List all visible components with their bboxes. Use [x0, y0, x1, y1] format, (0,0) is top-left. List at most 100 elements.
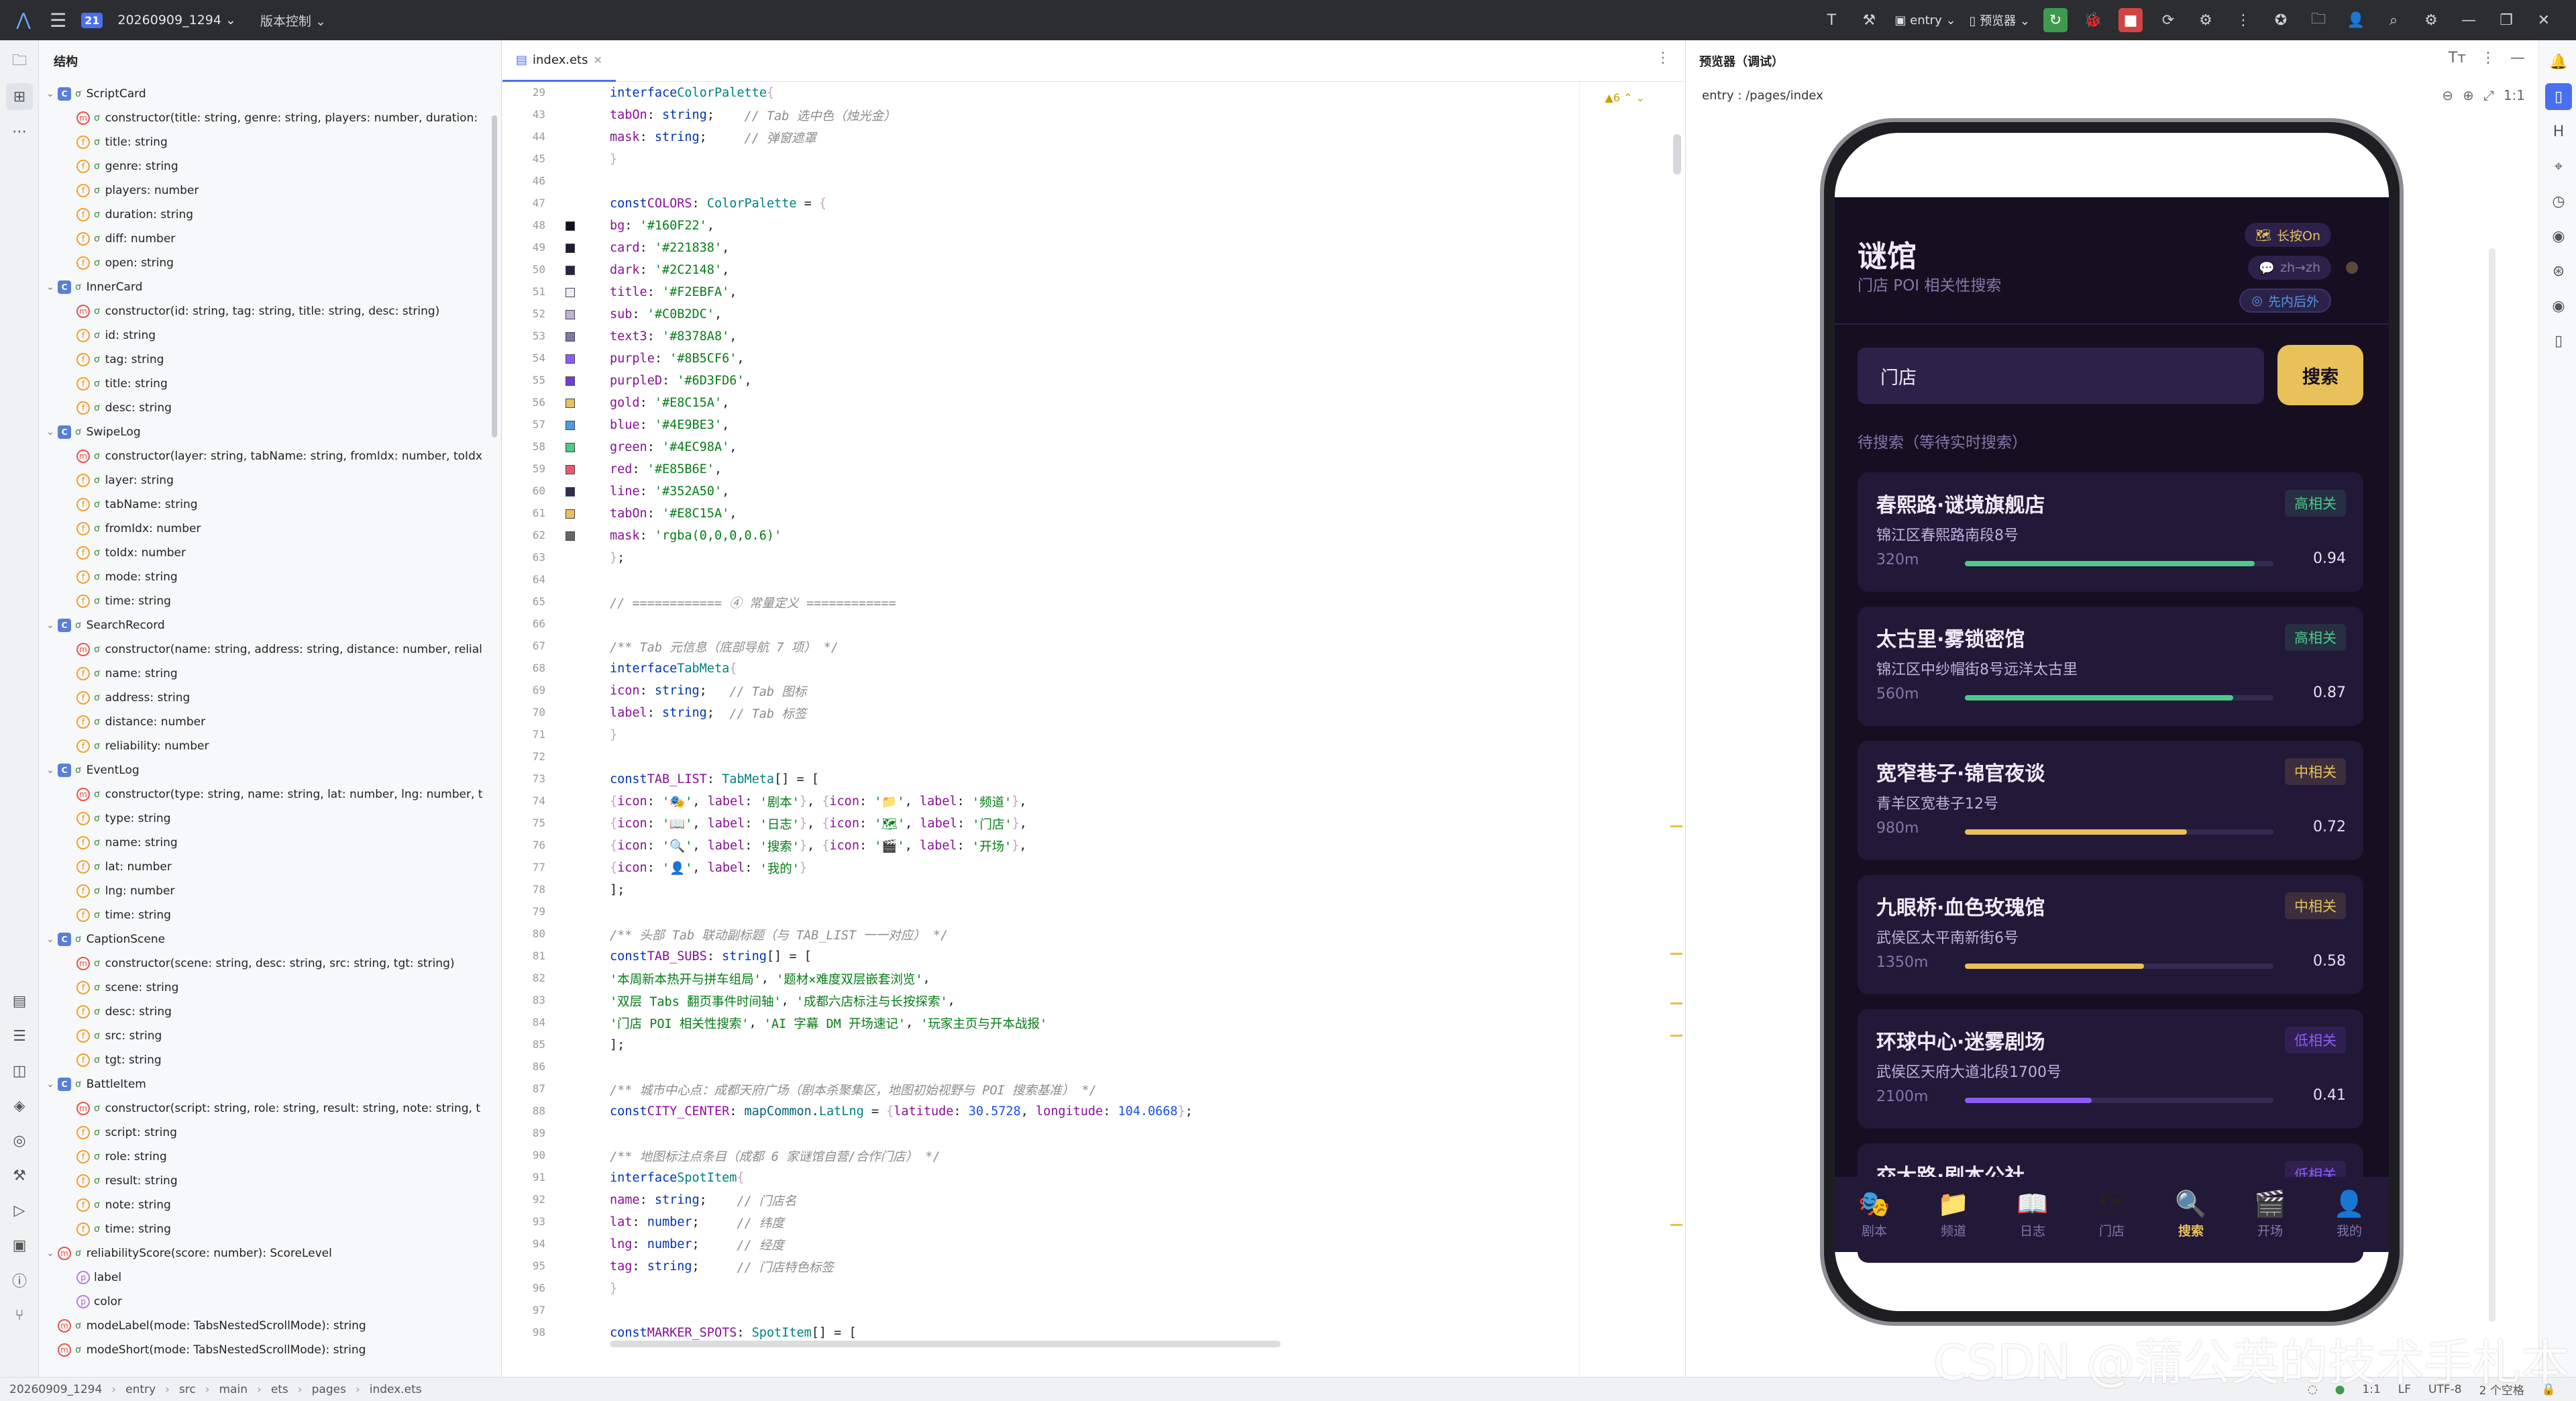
- code-line[interactable]: dark: '#2C2148',: [610, 259, 729, 281]
- zoom-out-icon[interactable]: ⊖: [2442, 87, 2453, 103]
- code-line[interactable]: };: [610, 547, 625, 569]
- structure-item[interactable]: f ơ duration: string: [39, 203, 501, 227]
- profiler-icon[interactable]: ⚙: [2194, 8, 2218, 32]
- breadcrumb-item[interactable]: entry: [125, 1383, 156, 1396]
- code-line[interactable]: blue: '#4E9BE3',: [610, 414, 729, 436]
- structure-item[interactable]: ⌄ Cơ ScriptCard: [39, 82, 501, 106]
- expand-arrow-icon[interactable]: ⌄: [43, 1248, 58, 1259]
- structure-item[interactable]: ⌄ m ơ reliabilityScore(score: number): Scor…: [39, 1241, 501, 1265]
- code-line[interactable]: interface ColorPalette {: [610, 82, 774, 104]
- console-icon[interactable]: ▣: [6, 1232, 33, 1259]
- assistant-icon[interactable]: ⊛: [2545, 258, 2572, 284]
- code-line[interactable]: { icon: '🔍', label: '搜索' }, { icon: '🎬',…: [610, 835, 1026, 857]
- close-icon[interactable]: ✕: [2532, 8, 2556, 32]
- color-swatch-icon[interactable]: [566, 288, 575, 297]
- font-size-icon[interactable]: Tт: [2449, 50, 2466, 66]
- expand-arrow-icon[interactable]: ⌄: [43, 934, 58, 945]
- settings-icon[interactable]: ⚙: [2419, 8, 2443, 32]
- code-line[interactable]: '双层 Tabs 翻页事件时间轴', '成都六店标注与长按探索',: [610, 990, 955, 1012]
- layers-icon[interactable]: ◈: [6, 1092, 33, 1119]
- structure-item[interactable]: m ơ constructor(name: string, address: str…: [39, 637, 501, 662]
- structure-item[interactable]: f ơ time: string: [39, 903, 501, 927]
- color-swatch-icon[interactable]: [566, 266, 575, 275]
- structure-item[interactable]: m ơ constructor(layer: string, tabName: st…: [39, 444, 501, 468]
- tab-日志[interactable]: 📖 日志: [1993, 1177, 2072, 1252]
- breadcrumb-item[interactable]: main: [219, 1383, 248, 1396]
- warning-marker[interactable]: [1670, 825, 1682, 827]
- breadcrumb-item[interactable]: ets: [271, 1383, 288, 1396]
- vcs-menu[interactable]: 版本控制 ⌄: [260, 11, 326, 30]
- structure-item[interactable]: f ơ tgt: string: [39, 1048, 501, 1072]
- expand-arrow-icon[interactable]: ⌄: [43, 765, 58, 776]
- structure-item[interactable]: m ơ constructor(id: string, tag: string, t…: [39, 299, 501, 323]
- code-line[interactable]: sub: '#C0B2DC',: [610, 303, 722, 325]
- structure-item[interactable]: m ơ constructor(scene: string, desc: strin…: [39, 951, 501, 976]
- device-select[interactable]: ▯ 预览器 ⌄: [1970, 11, 2030, 29]
- more-tools-icon[interactable]: ⋯: [6, 118, 33, 145]
- account-icon[interactable]: 👤: [2344, 8, 2368, 32]
- code-line[interactable]: tabOn: string; // Tab 选中色（烛光金）: [610, 104, 896, 126]
- structure-item[interactable]: ⌄ Cơ BattleItem: [39, 1072, 501, 1096]
- structure-item[interactable]: f ơ lng: number: [39, 879, 501, 903]
- git-icon[interactable]: ⑂: [6, 1302, 33, 1329]
- build-icon[interactable]: ⚒: [6, 1162, 33, 1189]
- structure-item[interactable]: f ơ genre: string: [39, 154, 501, 178]
- structure-item[interactable]: ⌄ Cơ SearchRecord: [39, 613, 501, 637]
- code-line[interactable]: name: string; // 门店名: [610, 1189, 796, 1211]
- code-line[interactable]: interface TabMeta {: [610, 658, 737, 680]
- structure-item[interactable]: f ơ layer: string: [39, 468, 501, 492]
- editor-options-icon[interactable]: ⋮: [1656, 50, 1670, 66]
- preview-scrollbar[interactable]: [2489, 248, 2496, 1322]
- code-line[interactable]: lng: number; // 经度: [610, 1233, 784, 1255]
- folder-icon[interactable]: 🗀: [2306, 8, 2330, 32]
- code-line[interactable]: interface SpotItem {: [610, 1167, 745, 1189]
- structure-item[interactable]: ⌄ Cơ EventLog: [39, 758, 501, 782]
- color-swatch-icon[interactable]: [566, 399, 575, 408]
- fit-icon[interactable]: ⤢: [2483, 87, 2494, 103]
- structure-item[interactable]: f ơ role: string: [39, 1145, 501, 1169]
- code-line[interactable]: gold: '#E8C15A',: [610, 392, 729, 414]
- code-line[interactable]: mask: 'rgba(0,0,0,0.6)': [610, 525, 782, 547]
- structure-item[interactable]: f ơ scene: string: [39, 976, 501, 1000]
- structure-scrollbar[interactable]: [492, 115, 497, 437]
- expand-arrow-icon[interactable]: ⌄: [43, 89, 58, 99]
- structure-item[interactable]: p label: [39, 1265, 501, 1290]
- phone-icon[interactable]: ▯: [2545, 327, 2572, 354]
- breadcrumb-item[interactable]: src: [179, 1383, 196, 1396]
- structure-item[interactable]: f ơ result: string: [39, 1169, 501, 1193]
- code-line[interactable]: const CITY_CENTER: mapCommon. LatLng = { …: [610, 1100, 1193, 1123]
- code-line[interactable]: ];: [610, 879, 625, 901]
- zoom-level[interactable]: 1:1: [2504, 87, 2525, 103]
- code-line[interactable]: /** 头部 Tab 联动副标题（与 TAB_LIST 一一对应） */: [610, 923, 948, 945]
- eye-icon[interactable]: ◉: [2545, 293, 2572, 319]
- code-line[interactable]: '门店 POI 相关性搜索', 'AI 字幕 DM 开场速记', '玩家主页与开…: [610, 1012, 1047, 1034]
- expand-arrow-icon[interactable]: ⌄: [43, 282, 58, 293]
- project-view-icon[interactable]: 🗀: [6, 48, 33, 75]
- structure-item[interactable]: ⌄ Cơ CaptionScene: [39, 927, 501, 951]
- warning-marker[interactable]: [1670, 953, 1682, 955]
- code-line[interactable]: }: [610, 148, 617, 170]
- structure-item[interactable]: m ơ modeShort(mode: TabsNestedScrollMode):…: [39, 1338, 501, 1362]
- structure-item[interactable]: f ơ toIdx: number: [39, 541, 501, 565]
- hvigor-icon[interactable]: H: [2545, 118, 2572, 145]
- zoom-in-icon[interactable]: ⊕: [2463, 87, 2474, 103]
- code-line[interactable]: { icon: '👤', label: '我的' }: [610, 857, 807, 879]
- codelinter-icon[interactable]: ◷: [2545, 188, 2572, 215]
- project-name[interactable]: 20260909_1294 ⌄: [117, 13, 236, 28]
- project-badge[interactable]: 21: [81, 12, 103, 28]
- tab-开场[interactable]: 🎬 开场: [2231, 1177, 2310, 1252]
- color-swatch-icon[interactable]: [566, 531, 575, 541]
- code-line[interactable]: text3: '#8378A8',: [610, 325, 737, 348]
- color-swatch-icon[interactable]: [566, 221, 575, 231]
- color-swatch-icon[interactable]: [566, 421, 575, 430]
- structure-item[interactable]: f ơ tag: string: [39, 348, 501, 372]
- code-line[interactable]: mask: string; // 弹窗遮罩: [610, 126, 816, 148]
- color-swatch-icon[interactable]: [566, 244, 575, 253]
- color-swatch-icon[interactable]: [566, 310, 575, 319]
- apply-changes-icon[interactable]: ⟳: [2156, 8, 2180, 32]
- code-line[interactable]: label: string; // Tab 标签: [610, 702, 806, 724]
- problems-icon[interactable]: ⓘ: [6, 1267, 33, 1294]
- code-line[interactable]: /** 地图标注点条目（成都 6 家谜馆自营/合作门店） */: [610, 1145, 941, 1167]
- notifications-icon[interactable]: 🔔: [2545, 48, 2572, 75]
- preview-more-icon[interactable]: ⋮: [2481, 50, 2496, 66]
